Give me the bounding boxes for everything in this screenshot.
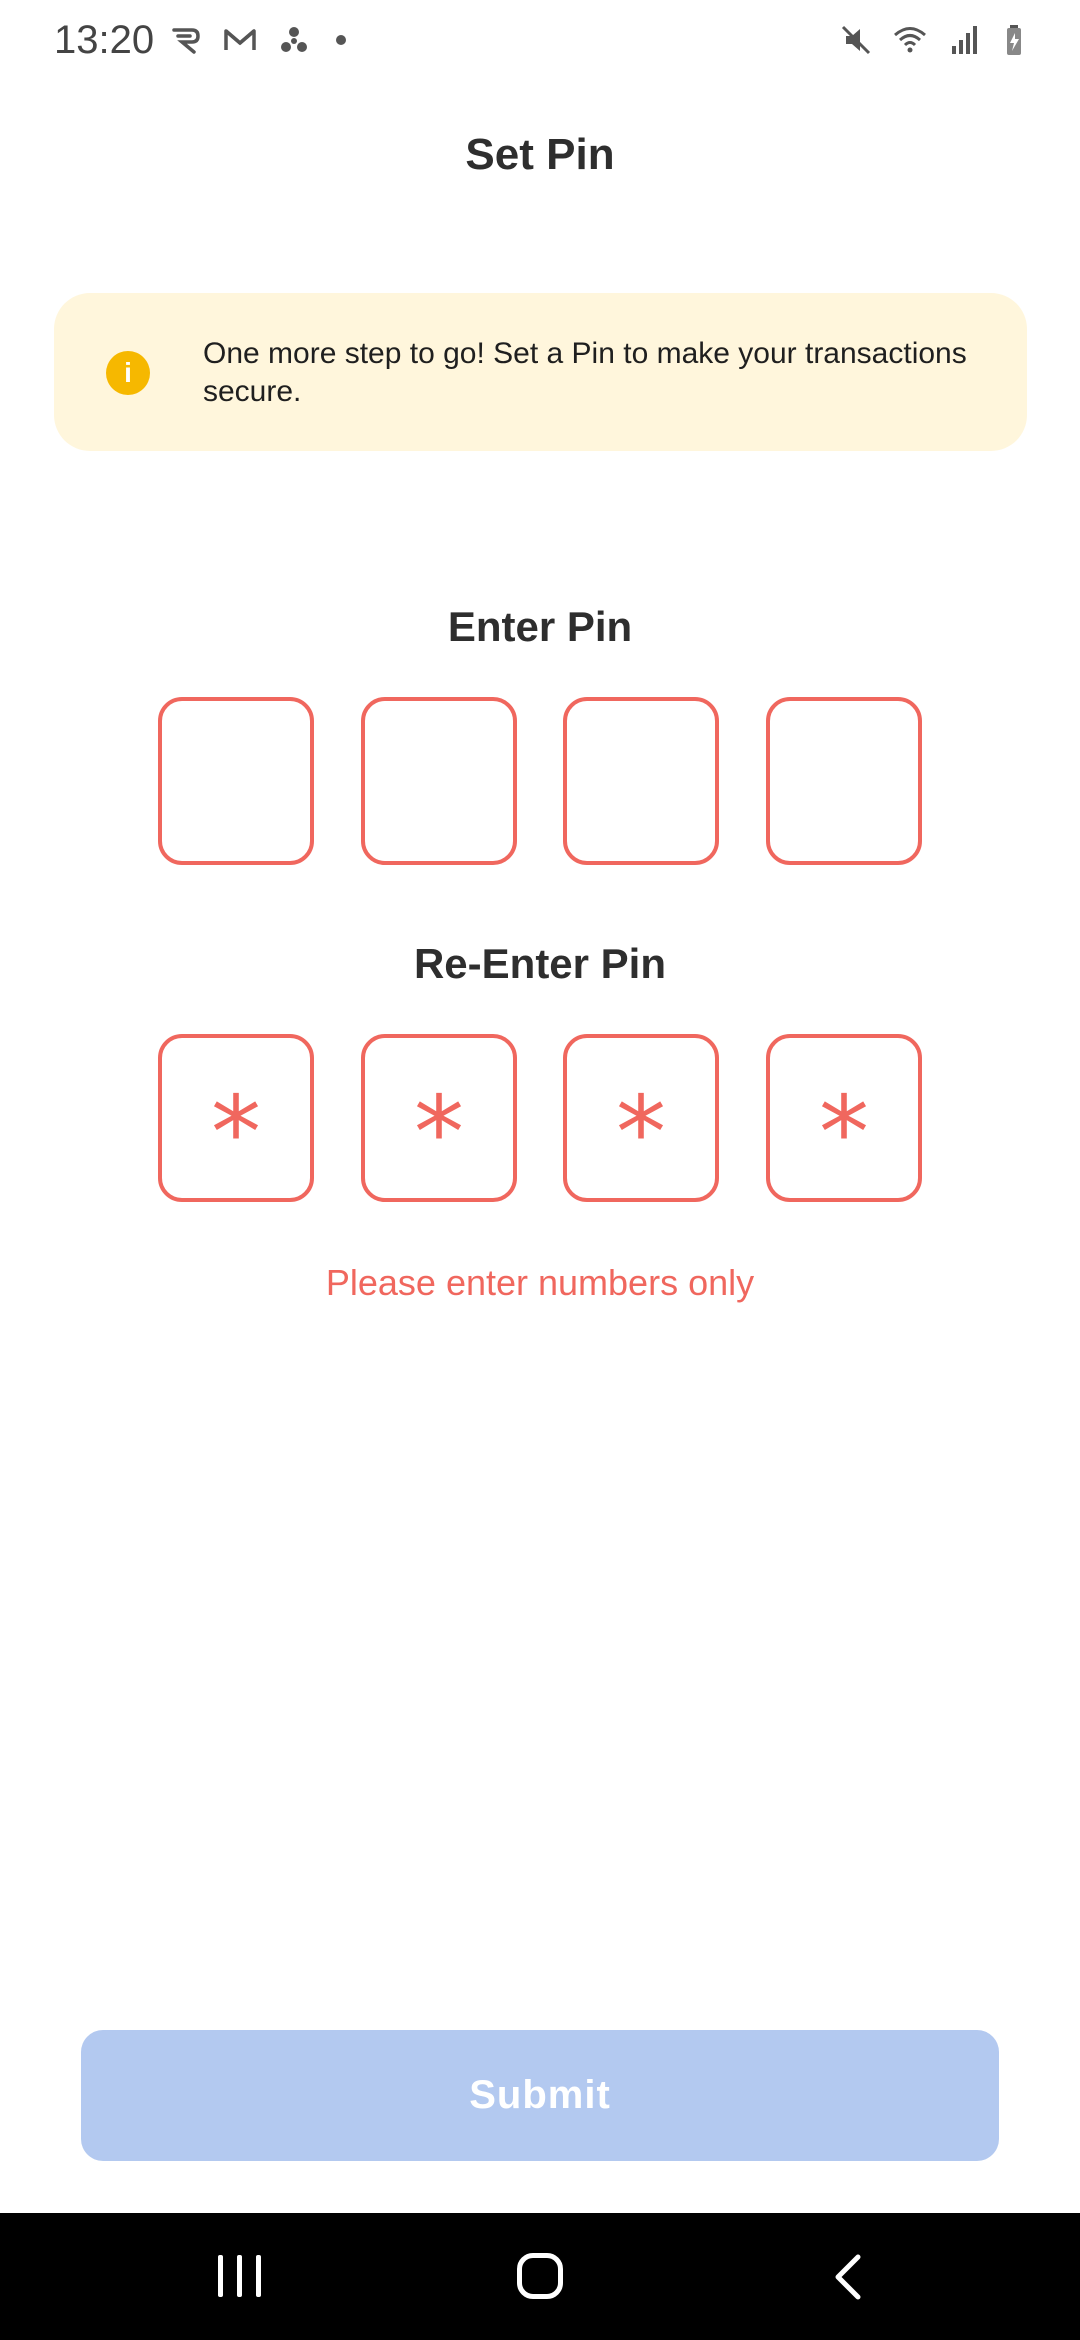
enter-pin-digit-4[interactable] <box>766 697 922 865</box>
info-banner: i One more step to go! Set a Pin to make… <box>54 293 1027 451</box>
reenter-pin-inputs: * * * * <box>158 1034 924 1204</box>
info-banner-text: One more step to go! Set a Pin to make y… <box>203 337 967 408</box>
enter-pin-label: Enter Pin <box>447 603 633 650</box>
recent-apps-icon[interactable] <box>214 2255 266 2301</box>
battery-icon <box>1007 25 1021 55</box>
reenter-pin-digit-1[interactable]: * <box>158 1034 314 1202</box>
back-icon[interactable] <box>828 2253 868 2301</box>
info-icon: i <box>106 351 150 395</box>
submit-button[interactable]: Submit <box>81 2030 999 2161</box>
notification-icons <box>168 22 346 58</box>
mute-icon <box>841 25 871 55</box>
status-time: 13:20 <box>54 18 155 62</box>
enter-pin-digit-2[interactable] <box>361 697 517 865</box>
reenter-pin-label: Re-Enter Pin <box>413 940 667 987</box>
status-bar: 13:20 <box>0 0 1080 84</box>
enter-pin-digit-1[interactable] <box>158 697 314 865</box>
enter-pin-digit-3[interactable] <box>563 697 719 865</box>
reenter-pin-digit-4[interactable]: * <box>766 1034 922 1202</box>
navigation-bar <box>0 2213 1080 2340</box>
reenter-pin-digit-2[interactable]: * <box>361 1034 517 1202</box>
signal-icon <box>952 26 977 54</box>
system-icons <box>838 22 1036 58</box>
reenter-pin-digit-3[interactable]: * <box>563 1034 719 1202</box>
page-title: Set Pin <box>465 130 615 179</box>
enter-pin-inputs <box>158 697 924 867</box>
gmail-icon <box>224 29 256 50</box>
r-app-icon <box>172 28 200 54</box>
home-icon[interactable] <box>517 2253 563 2299</box>
wifi-icon <box>894 27 926 53</box>
dot-icon <box>336 35 346 45</box>
error-message: Please enter numbers only <box>325 1262 755 1303</box>
fan-icon <box>281 27 307 52</box>
